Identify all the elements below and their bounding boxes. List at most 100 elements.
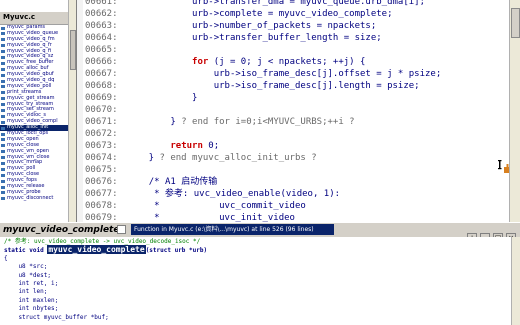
code-line: 00679: * uvc_init_video xyxy=(85,212,295,222)
code-line: 00669: } xyxy=(85,92,197,104)
code-line: 00674: } ? end myuvc_alloc_init_urbs ? xyxy=(85,152,317,164)
context-code-text: int ret, i; xyxy=(4,280,59,287)
code-line: 00665: xyxy=(85,44,127,56)
code-line: 00678: * uvc_commit_video xyxy=(85,200,306,212)
mouse-cursor-icon xyxy=(498,160,509,173)
code-line: 00677: * 参考: uvc_video_enable(video, 1): xyxy=(85,188,340,200)
context-vertical-scrollbar[interactable] xyxy=(511,237,520,325)
code-line: 00662: urb->complete = myuvc_video_compl… xyxy=(85,8,393,20)
line-number: 00677: xyxy=(85,189,118,199)
context-bar-buttons: +-□× xyxy=(464,225,516,243)
code-comment: * uvc_init_video xyxy=(154,213,295,222)
function-icon xyxy=(117,225,126,234)
context-line: int ret, i; xyxy=(4,280,58,288)
line-number: 00661: xyxy=(85,0,118,7)
code-text: } xyxy=(127,153,155,163)
context-code-text: int len; xyxy=(4,288,48,296)
context-function-name[interactable]: myuvc_video_complete xyxy=(47,245,146,255)
code-line: 00672: xyxy=(85,128,127,140)
context-code-text: int nbytes; xyxy=(4,305,59,313)
context-line: struct myuvc_buffer *buf; xyxy=(4,313,109,322)
code-text: (j = 0; j < npackets; ++j) { xyxy=(208,57,366,67)
context-code-text: { xyxy=(4,254,8,262)
context-code-text: int maxlen; xyxy=(4,296,59,304)
context-code-text: u8 *dest; xyxy=(4,271,51,279)
code-comment: * uvc_commit_video xyxy=(154,201,306,211)
symbol-item[interactable]: myuvc_disconnect xyxy=(0,195,68,202)
code-keyword: return xyxy=(170,141,203,151)
context-line: u8 *src; xyxy=(4,263,47,271)
symbol-window-title-text: Myuvc.c xyxy=(3,13,36,21)
code-text: 0; xyxy=(202,141,220,151)
code-line: 00663: urb->number_of_packets = npackets… xyxy=(85,20,376,32)
line-number: 00679: xyxy=(85,213,118,222)
line-number: 00675: xyxy=(85,165,118,175)
code-line: 00668: urb->iso_frame_desc[j].length = p… xyxy=(85,80,420,92)
context-code-text: u8 *src; xyxy=(4,263,48,271)
editor-vertical-scrollbar[interactable] xyxy=(509,0,520,222)
context-line: int len; xyxy=(4,288,47,296)
code-text: } xyxy=(127,93,198,103)
code-editor[interactable]: 00661: urb->transfer_dma = myuvc_queue.u… xyxy=(77,0,509,222)
line-number: 00667: xyxy=(85,69,118,79)
context-line: static void myuvc_video_complete(struct … xyxy=(4,245,208,255)
context-line: u8 *dest; xyxy=(4,272,51,280)
code-keyword: for xyxy=(192,57,209,67)
context-symbol-info: Function in Myuvc.c (e:\資料\...\myuvc) at… xyxy=(131,224,334,235)
editor-scrollbar-thumb[interactable] xyxy=(511,8,520,38)
symbol-list[interactable]: myuvc_params myuvc_video_queue myuvc_video… xyxy=(0,0,68,222)
code-line: 00664: urb->transfer_buffer_length = siz… xyxy=(85,32,382,44)
symbol-window: myuvc_params myuvc_video_queue myuvc_video… xyxy=(0,0,77,222)
code-line: 00676: /* A1 启动传输 xyxy=(85,176,217,188)
context-line: { xyxy=(4,255,8,263)
code-text: urb->transfer_buffer_length = size; xyxy=(127,33,382,43)
context-signature-prefix: static void xyxy=(4,247,48,255)
line-number: 00673: xyxy=(85,141,118,151)
code-line: 00670: xyxy=(85,104,127,116)
code-line: 00666: for (j = 0; j < npackets; ++j) { xyxy=(85,56,365,68)
code-comment: /* A1 启动传输 xyxy=(148,177,218,187)
context-window-bar: myuvc_video_complete Function in Myuvc.c… xyxy=(0,222,520,243)
code-text: } xyxy=(127,117,176,127)
line-number: 00678: xyxy=(85,201,118,211)
symbol-scrollbar[interactable] xyxy=(68,0,76,222)
context-window[interactable]: /* 参考: uvc_video_complete -> uvc_video_d… xyxy=(0,237,520,325)
code-line: 00661: urb->transfer_dma = myuvc_queue.u… xyxy=(85,0,425,8)
editor-gutter xyxy=(77,0,83,222)
code-comment: * 参考: uvc_video_enable(video, 1): xyxy=(154,189,341,199)
code-line: 00675: xyxy=(85,164,127,176)
code-text: urb->iso_frame_desc[j].length = psize; xyxy=(127,81,420,91)
line-number: 00668: xyxy=(85,81,118,91)
code-line: 00667: urb->iso_frame_desc[j].offset = j… xyxy=(85,68,441,80)
line-number: 00670: xyxy=(85,105,118,115)
context-signature-params: (struct urb *urb) xyxy=(145,247,208,255)
context-symbol-title: myuvc_video_complete xyxy=(3,225,120,235)
symbol-scrollbar-thumb[interactable] xyxy=(70,30,76,70)
line-number: 00666: xyxy=(85,57,118,67)
context-line: int nbytes; xyxy=(4,305,58,313)
code-text: urb->transfer_dma = myuvc_queue.urb_dma[… xyxy=(127,0,426,7)
line-number: 00664: xyxy=(85,33,118,43)
line-number: 00662: xyxy=(85,9,118,19)
code-line: 00671: } ? end for i=0;i<MYUVC_URBS;++i … xyxy=(85,116,355,128)
symbol-window-title: Myuvc.c xyxy=(0,12,76,25)
line-number: 00676: xyxy=(85,177,118,187)
code-text: urb->iso_frame_desc[j].offset = j * psiz… xyxy=(127,69,442,79)
line-number: 00671: xyxy=(85,117,118,127)
line-number: 00663: xyxy=(85,21,118,31)
line-number: 00674: xyxy=(85,153,118,163)
end-block-marker: ? end for i=0;i<MYUVC_URBS;++i ? xyxy=(175,117,355,127)
line-number: 00665: xyxy=(85,45,118,55)
code-text: urb->number_of_packets = npackets; xyxy=(127,21,377,31)
context-comment: /* 参考: uvc_video_complete -> uvc_video_d… xyxy=(4,238,201,245)
context-line: int maxlen; xyxy=(4,297,58,305)
line-number: 00669: xyxy=(85,93,118,103)
line-number: 00672: xyxy=(85,129,118,139)
context-code-text: struct myuvc_buffer *buf; xyxy=(4,313,109,321)
